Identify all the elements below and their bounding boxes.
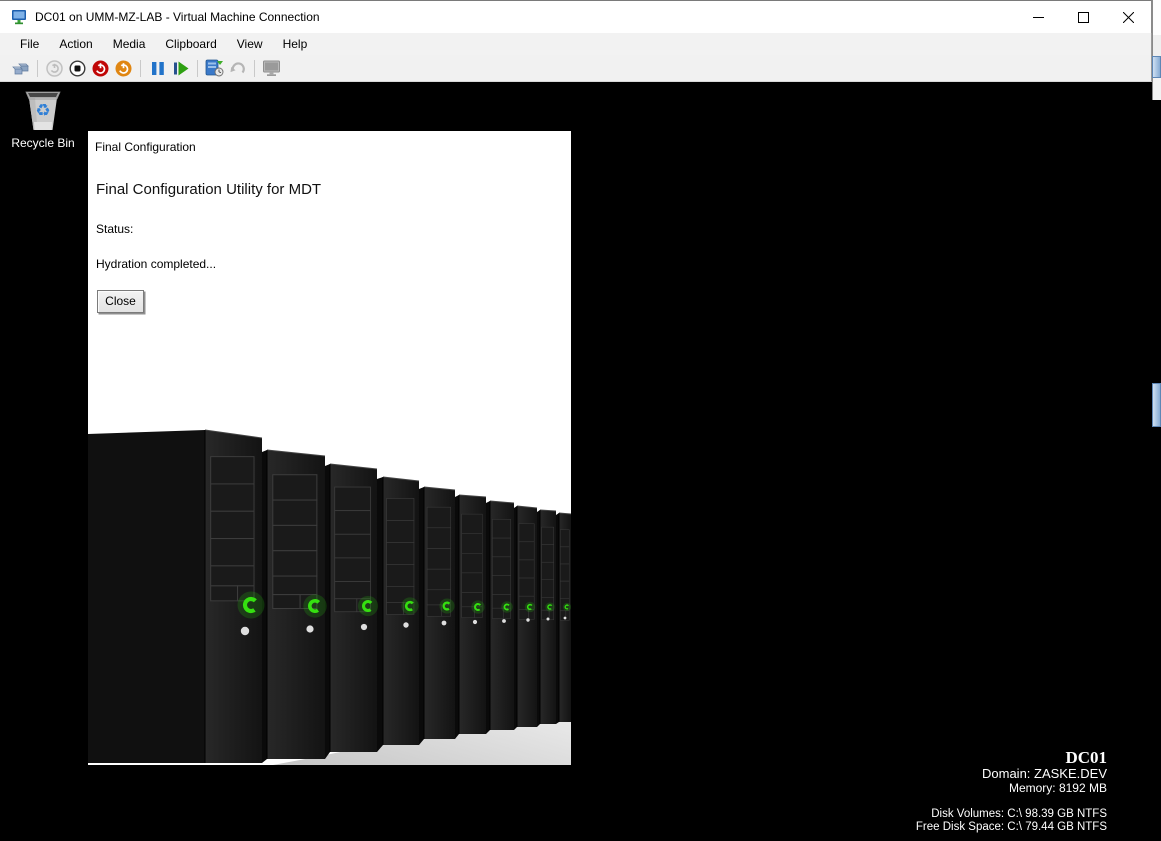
scrollbar-thumb[interactable] <box>1152 383 1161 427</box>
menu-action[interactable]: Action <box>49 34 102 54</box>
dialog-close-button[interactable]: Close <box>97 290 144 313</box>
maximize-icon <box>1078 12 1089 23</box>
svg-text:♻: ♻ <box>35 101 50 121</box>
mdt-dialog-and-wallpaper: Final Configuration Final Configuration … <box>88 131 571 765</box>
status-label: Status: <box>96 222 133 236</box>
resume-button[interactable] <box>170 58 191 79</box>
menu-file[interactable]: File <box>10 34 49 54</box>
edge-segment <box>1152 78 1161 100</box>
checkpoint-button[interactable] <box>204 58 225 79</box>
power-disabled-icon <box>46 60 63 77</box>
dialog-title: Final Configuration <box>95 140 196 154</box>
toolbar <box>0 55 1152 82</box>
bginfo-domain: Domain: ZASKE.DEV <box>916 766 1107 781</box>
save-state-icon <box>115 60 132 77</box>
recycle-bin[interactable]: ♻ Recycle Bin <box>8 86 78 150</box>
minimize-icon <box>1033 12 1044 23</box>
maximize-button[interactable] <box>1061 1 1106 34</box>
scrollbar-thumb[interactable] <box>1152 56 1161 78</box>
menu-help[interactable]: Help <box>273 34 318 54</box>
revert-icon <box>229 60 246 76</box>
pause-button[interactable] <box>147 58 168 79</box>
dialog-heading: Final Configuration Utility for MDT <box>96 181 321 198</box>
close-icon <box>1123 12 1134 23</box>
hyperv-vm-icon <box>11 9 27 25</box>
vm-display[interactable]: ♻ Recycle Bin Final Configuration Final … <box>0 82 1152 841</box>
ctrl-alt-del-icon <box>12 60 30 76</box>
menu-bar: File Action Media Clipboard View Help <box>0 33 1152 55</box>
enhanced-session-button <box>261 58 282 79</box>
right-edge-strip <box>1152 0 1161 841</box>
pause-icon <box>151 61 165 76</box>
menu-view[interactable]: View <box>227 34 273 54</box>
recycle-bin-label: Recycle Bin <box>8 136 78 150</box>
menu-clipboard[interactable]: Clipboard <box>155 34 226 54</box>
window-title: DC01 on UMM-MZ-LAB - Virtual Machine Con… <box>35 10 320 24</box>
title-bar: DC01 on UMM-MZ-LAB - Virtual Machine Con… <box>0 0 1152 33</box>
stop-icon <box>69 60 86 77</box>
bginfo-memory: Memory: 8192 MB <box>916 781 1107 795</box>
save-button[interactable] <box>113 58 134 79</box>
revert-button <box>227 58 248 79</box>
toolbar-separator <box>197 60 198 77</box>
menu-media[interactable]: Media <box>103 34 156 54</box>
bginfo-overlay: DC01 Domain: ZASKE.DEV Memory: 8192 MB D… <box>916 749 1107 834</box>
shutdown-icon <box>92 60 109 77</box>
checkpoint-icon <box>205 59 224 77</box>
status-value: Hydration completed... <box>96 257 216 271</box>
turn-off-button[interactable] <box>67 58 88 79</box>
edge-segment <box>1152 0 1161 35</box>
shut-down-button[interactable] <box>90 58 111 79</box>
server-towers-wallpaper <box>88 131 571 765</box>
ctrl-alt-del-button[interactable] <box>10 58 31 79</box>
bginfo-disk: Disk Volumes: C:\ 98.39 GB NTFS <box>916 808 1107 821</box>
toolbar-separator <box>37 60 38 77</box>
edge-segment <box>1152 35 1161 56</box>
enhanced-session-icon <box>262 60 281 77</box>
toolbar-separator <box>254 60 255 77</box>
minimize-button[interactable] <box>1016 1 1061 34</box>
start-button-disabled <box>44 58 65 79</box>
close-button[interactable] <box>1106 1 1151 34</box>
toolbar-separator <box>140 60 141 77</box>
resume-icon <box>173 61 189 76</box>
bginfo-free-disk: Free Disk Space: C:\ 79.44 GB NTFS <box>916 821 1107 834</box>
bginfo-hostname: DC01 <box>916 749 1107 766</box>
vmconnect-window: DC01 on UMM-MZ-LAB - Virtual Machine Con… <box>0 0 1161 841</box>
recycle-bin-icon: ♻ <box>21 86 65 134</box>
